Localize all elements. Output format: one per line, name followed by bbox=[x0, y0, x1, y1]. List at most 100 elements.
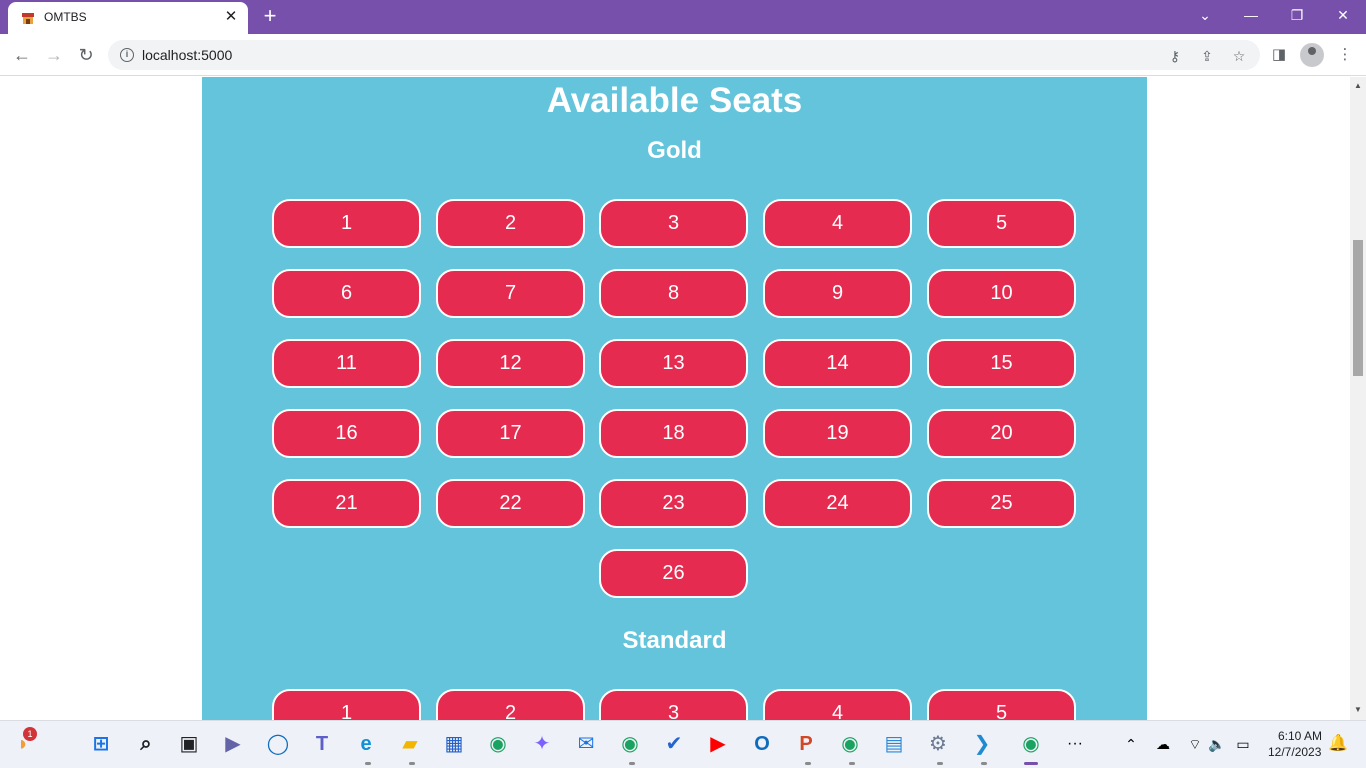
seat-button-gold-16[interactable]: 16 bbox=[272, 409, 421, 458]
taskbar-outlook-icon[interactable]: O bbox=[749, 731, 775, 757]
running-indicator bbox=[981, 762, 987, 765]
seat-button-standard-1[interactable]: 1 bbox=[272, 689, 421, 720]
taskbar-chrome-icon[interactable]: ◉ bbox=[485, 731, 511, 757]
side-panel-icon[interactable]: ◨ bbox=[1266, 42, 1292, 68]
minimize-button[interactable]: — bbox=[1228, 0, 1274, 30]
seat-button-gold-6[interactable]: 6 bbox=[272, 269, 421, 318]
taskbar-mail-icon[interactable]: ✉ bbox=[573, 731, 599, 757]
forward-arrow-icon[interactable]: → bbox=[41, 42, 67, 68]
seat-button-gold-15[interactable]: 15 bbox=[927, 339, 1076, 388]
taskbar-teams-icon[interactable]: T bbox=[309, 731, 335, 757]
taskbar-powerpoint-icon[interactable]: P bbox=[793, 731, 819, 757]
seat-button-standard-2[interactable]: 2 bbox=[436, 689, 585, 720]
taskbar-store-icon[interactable]: ▦ bbox=[441, 731, 467, 757]
taskbar-settings-icon[interactable]: ⚙ bbox=[925, 731, 951, 757]
volume-icon[interactable]: 🔈 bbox=[1204, 731, 1230, 757]
taskbar-zoom-icon[interactable]: ▶ bbox=[220, 731, 246, 757]
url-text[interactable]: localhost:5000 bbox=[142, 47, 232, 63]
onedrive-cloud-icon[interactable]: ☁ bbox=[1150, 731, 1176, 757]
section-title-standard: Standard bbox=[622, 627, 727, 654]
running-indicator bbox=[805, 762, 811, 765]
back-arrow-icon[interactable]: ← bbox=[9, 42, 35, 68]
notification-badge: 1 bbox=[23, 727, 37, 741]
running-indicator bbox=[409, 762, 415, 765]
seat-button-gold-17[interactable]: 17 bbox=[436, 409, 585, 458]
seat-button-gold-5[interactable]: 5 bbox=[927, 199, 1076, 248]
taskbar-chrome-icon[interactable]: ◉ bbox=[837, 731, 863, 757]
seat-button-gold-13[interactable]: 13 bbox=[599, 339, 748, 388]
taskbar-copilot-icon[interactable]: ✦ bbox=[529, 731, 555, 757]
taskbar-chrome-icon[interactable]: ◉ bbox=[1018, 731, 1044, 757]
browser-toolbar: ← → ↻ i localhost:5000 ⚷ ⇪ ☆ ◨ ⋮ bbox=[0, 34, 1366, 76]
seat-button-gold-21[interactable]: 21 bbox=[272, 479, 421, 528]
seat-button-gold-23[interactable]: 23 bbox=[599, 479, 748, 528]
more-icon[interactable]: ··· bbox=[1062, 731, 1088, 757]
omtbs-favicon-icon bbox=[22, 13, 34, 24]
scrollbar-thumb[interactable] bbox=[1353, 240, 1363, 376]
menu-kebab-icon[interactable]: ⋮ bbox=[1332, 42, 1358, 68]
windows-taskbar: ◗ 1 ··· ⌃ ☁ ⌔ 🔈 ▭ 6:10 AM 12/7/2023 🔔 ⊞ ⌕… bbox=[0, 720, 1366, 768]
title-bar: OMTBS ✕ + ⌄ — ❐ ✕ bbox=[0, 0, 1366, 34]
notification-bell-icon[interactable]: 🔔 bbox=[1325, 731, 1351, 757]
taskbar-file-explorer-icon[interactable]: ▰ bbox=[397, 731, 423, 757]
taskbar-edge-icon[interactable]: e bbox=[353, 731, 379, 757]
active-app-indicator bbox=[1024, 762, 1038, 765]
clock-time[interactable]: 6:10 AM bbox=[1278, 729, 1322, 743]
taskbar-chrome-icon[interactable]: ◉ bbox=[617, 731, 643, 757]
running-indicator bbox=[365, 762, 371, 765]
tab-title: OMTBS bbox=[44, 10, 87, 24]
tab-close-icon[interactable]: ✕ bbox=[222, 8, 240, 26]
seat-button-gold-2[interactable]: 2 bbox=[436, 199, 585, 248]
seat-button-standard-3[interactable]: 3 bbox=[599, 689, 748, 720]
seat-button-gold-9[interactable]: 9 bbox=[763, 269, 912, 318]
seat-button-gold-25[interactable]: 25 bbox=[927, 479, 1076, 528]
tab-search-icon[interactable]: ⌄ bbox=[1182, 0, 1228, 30]
seat-button-gold-12[interactable]: 12 bbox=[436, 339, 585, 388]
reload-icon[interactable]: ↻ bbox=[73, 42, 99, 68]
taskbar-search-icon[interactable]: ⌕ bbox=[133, 731, 159, 757]
seat-button-standard-5[interactable]: 5 bbox=[927, 689, 1076, 720]
browser-tab[interactable]: OMTBS ✕ bbox=[8, 2, 248, 34]
seat-button-gold-20[interactable]: 20 bbox=[927, 409, 1076, 458]
vertical-scrollbar[interactable]: ▲ ▼ bbox=[1350, 77, 1366, 720]
share-icon[interactable]: ⇪ bbox=[1198, 47, 1216, 65]
taskbar-youtube-icon[interactable]: ▶ bbox=[705, 731, 731, 757]
taskbar-vscode-icon[interactable]: ❯ bbox=[969, 731, 995, 757]
running-indicator bbox=[629, 762, 635, 765]
running-indicator bbox=[937, 762, 943, 765]
seat-button-gold-7[interactable]: 7 bbox=[436, 269, 585, 318]
seat-button-gold-11[interactable]: 11 bbox=[272, 339, 421, 388]
battery-icon[interactable]: ▭ bbox=[1230, 731, 1256, 757]
seat-button-gold-8[interactable]: 8 bbox=[599, 269, 748, 318]
section-title-gold: Gold bbox=[647, 137, 702, 164]
seat-button-gold-26[interactable]: 26 bbox=[599, 549, 748, 598]
restore-button[interactable]: ❐ bbox=[1274, 0, 1320, 30]
scroll-up-arrow-icon[interactable]: ▲ bbox=[1353, 81, 1363, 90]
close-window-button[interactable]: ✕ bbox=[1320, 0, 1366, 30]
seat-button-gold-1[interactable]: 1 bbox=[272, 199, 421, 248]
taskbar-notepad-icon[interactable]: ▤ bbox=[881, 731, 907, 757]
address-bar[interactable]: i localhost:5000 ⚷ ⇪ ☆ bbox=[108, 40, 1260, 70]
seat-button-gold-22[interactable]: 22 bbox=[436, 479, 585, 528]
seat-button-gold-24[interactable]: 24 bbox=[763, 479, 912, 528]
profile-avatar-icon[interactable] bbox=[1300, 43, 1324, 67]
seat-button-gold-3[interactable]: 3 bbox=[599, 199, 748, 248]
site-info-icon[interactable]: i bbox=[120, 48, 134, 62]
seat-button-gold-18[interactable]: 18 bbox=[599, 409, 748, 458]
seat-button-gold-19[interactable]: 19 bbox=[763, 409, 912, 458]
clock-date[interactable]: 12/7/2023 bbox=[1268, 745, 1321, 759]
taskbar-task-view-icon[interactable]: ▣ bbox=[176, 731, 202, 757]
seat-button-gold-4[interactable]: 4 bbox=[763, 199, 912, 248]
taskbar-cortana-icon[interactable]: ◯ bbox=[265, 731, 291, 757]
new-tab-button[interactable]: + bbox=[258, 4, 282, 28]
seat-button-standard-4[interactable]: 4 bbox=[763, 689, 912, 720]
running-indicator bbox=[849, 762, 855, 765]
chevron-up-icon[interactable]: ⌃ bbox=[1118, 731, 1144, 757]
key-icon[interactable]: ⚷ bbox=[1166, 47, 1184, 65]
seat-button-gold-14[interactable]: 14 bbox=[763, 339, 912, 388]
taskbar-start-icon[interactable]: ⊞ bbox=[88, 731, 114, 757]
seat-button-gold-10[interactable]: 10 bbox=[927, 269, 1076, 318]
taskbar-todo-icon[interactable]: ✔ bbox=[661, 731, 687, 757]
bookmark-star-icon[interactable]: ☆ bbox=[1230, 47, 1248, 65]
scroll-down-arrow-icon[interactable]: ▼ bbox=[1353, 705, 1363, 714]
